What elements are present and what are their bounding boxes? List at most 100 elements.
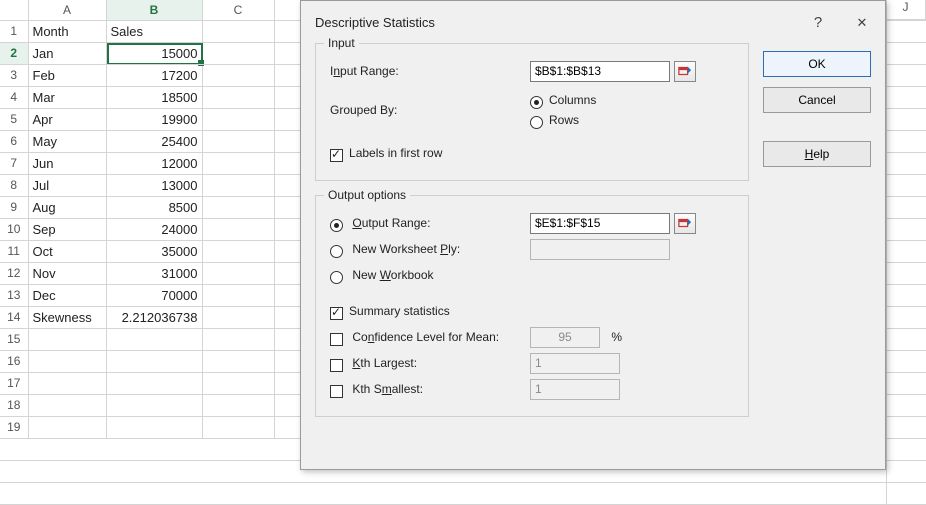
cell-A15[interactable] [28,328,106,350]
cell-B10[interactable]: 24000 [106,218,202,240]
titlebar-close-icon[interactable] [851,14,873,31]
kth-largest-field[interactable] [530,353,620,374]
cell-A3[interactable]: Feb [28,64,106,86]
cell-B11[interactable]: 35000 [106,240,202,262]
select-all-corner[interactable] [0,0,28,20]
cell-B1[interactable]: Sales [106,20,202,42]
output-range-picker-icon[interactable] [674,213,696,234]
radio-rows[interactable] [530,116,543,129]
cell-B15[interactable] [106,328,202,350]
cell-A13[interactable]: Dec [28,284,106,306]
row-header-18[interactable]: 18 [0,394,28,416]
row-header-19[interactable]: 19 [0,416,28,438]
cell-B13[interactable]: 70000 [106,284,202,306]
cell-A7[interactable]: Jun [28,152,106,174]
radio-new-workbook[interactable] [330,271,343,284]
dialog-titlebar[interactable]: Descriptive Statistics [301,1,885,43]
cell-A8[interactable]: Jul [28,174,106,196]
cell-A18[interactable] [28,394,106,416]
help-button[interactable]: Help [763,141,871,167]
output-range-field[interactable] [530,213,670,234]
cell-A19[interactable] [28,416,106,438]
cell-C9[interactable] [202,196,274,218]
cancel-button[interactable]: Cancel [763,87,871,113]
row-header-16[interactable]: 16 [0,350,28,372]
cell-C3[interactable] [202,64,274,86]
row-header-8[interactable]: 8 [0,174,28,196]
cell-B5[interactable]: 19900 [106,108,202,130]
cell-C6[interactable] [202,130,274,152]
ok-button[interactable]: OK [763,51,871,77]
row-header-5[interactable]: 5 [0,108,28,130]
row-header-10[interactable]: 10 [0,218,28,240]
cell-A6[interactable]: May [28,130,106,152]
row-header-6[interactable]: 6 [0,130,28,152]
row-header-1[interactable]: 1 [0,20,28,42]
cell-A17[interactable] [28,372,106,394]
kth-largest-checkbox[interactable] [330,359,343,372]
cell-C12[interactable] [202,262,274,284]
cell-B14[interactable]: 2.212036738 [106,306,202,328]
labels-first-row-checkbox[interactable] [330,149,343,162]
row-header-13[interactable]: 13 [0,284,28,306]
kth-smallest-field[interactable] [530,379,620,400]
cell-B19[interactable] [106,416,202,438]
cell-C13[interactable] [202,284,274,306]
summary-statistics-checkbox[interactable] [330,307,343,320]
cell-C18[interactable] [202,394,274,416]
row-header-15[interactable]: 15 [0,328,28,350]
cell-C11[interactable] [202,240,274,262]
input-range-picker-icon[interactable] [674,61,696,82]
row-header-17[interactable]: 17 [0,372,28,394]
cell-A4[interactable]: Mar [28,86,106,108]
cell-B3[interactable]: 17200 [106,64,202,86]
row-header-11[interactable]: 11 [0,240,28,262]
cell-A2[interactable]: Jan [28,42,106,64]
cell-C5[interactable] [202,108,274,130]
cell-C7[interactable] [202,152,274,174]
cell-C4[interactable] [202,86,274,108]
cell-A11[interactable]: Oct [28,240,106,262]
input-range-field[interactable] [530,61,670,82]
col-header-A[interactable]: A [28,0,106,20]
cell-B7[interactable]: 12000 [106,152,202,174]
row-header-9[interactable]: 9 [0,196,28,218]
col-header-J[interactable]: J [886,0,926,20]
cell-B9[interactable]: 8500 [106,196,202,218]
cell-B8[interactable]: 13000 [106,174,202,196]
row-header-14[interactable]: 14 [0,306,28,328]
cell-C10[interactable] [202,218,274,240]
cell-B4[interactable]: 18500 [106,86,202,108]
col-header-C[interactable]: C [202,0,274,20]
radio-new-worksheet[interactable] [330,245,343,258]
cell-A10[interactable]: Sep [28,218,106,240]
cell-B17[interactable] [106,372,202,394]
row-header-4[interactable]: 4 [0,86,28,108]
cell-B2[interactable]: 15000 [106,42,202,64]
row-header-2[interactable]: 2 [0,42,28,64]
cell-C19[interactable] [202,416,274,438]
cell-C8[interactable] [202,174,274,196]
cell-C17[interactable] [202,372,274,394]
row-header-12[interactable]: 12 [0,262,28,284]
cell-C2[interactable] [202,42,274,64]
titlebar-help-icon[interactable] [807,14,829,31]
cell-A5[interactable]: Apr [28,108,106,130]
confidence-level-field[interactable] [530,327,600,348]
radio-output-range[interactable] [330,219,343,232]
cell-A9[interactable]: Aug [28,196,106,218]
row-header-7[interactable]: 7 [0,152,28,174]
cell-C14[interactable] [202,306,274,328]
cell-B16[interactable] [106,350,202,372]
confidence-level-checkbox[interactable] [330,333,343,346]
cell-C1[interactable] [202,20,274,42]
cell-B18[interactable] [106,394,202,416]
cell-A12[interactable]: Nov [28,262,106,284]
col-header-B[interactable]: B [106,0,202,20]
row-header-3[interactable]: 3 [0,64,28,86]
radio-columns[interactable] [530,96,543,109]
kth-smallest-checkbox[interactable] [330,385,343,398]
cell-A14[interactable]: Skewness [28,306,106,328]
cell-B12[interactable]: 31000 [106,262,202,284]
cell-C16[interactable] [202,350,274,372]
